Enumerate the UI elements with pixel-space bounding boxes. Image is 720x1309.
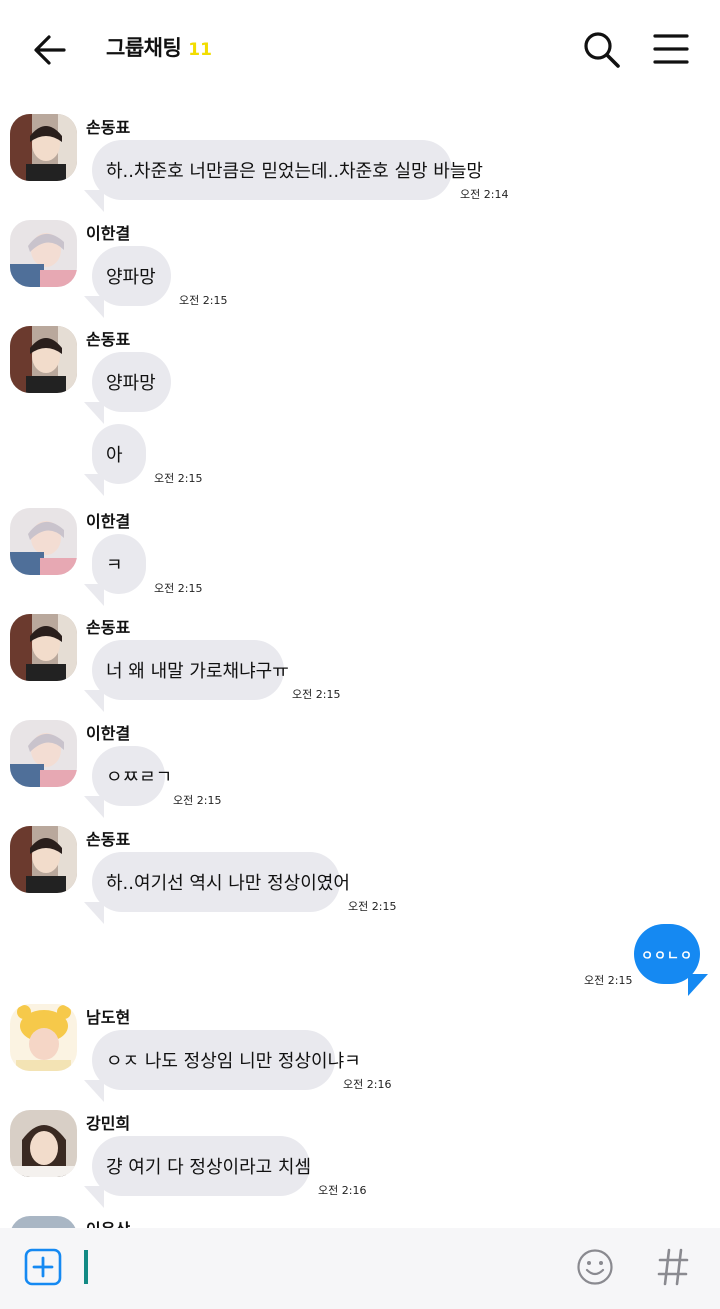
message-bubble[interactable]: 하..여기선 역시 나만 정상이였어 <box>84 852 350 924</box>
avatar[interactable] <box>10 1004 77 1071</box>
profile-photo <box>10 1110 77 1177</box>
sender-name: 강민희 <box>86 1114 131 1133</box>
message-time: 오전 2:16 <box>318 1184 367 1197</box>
hashtag-icon <box>657 1248 689 1286</box>
chat-header: 그룹채팅 11 <box>0 0 720 100</box>
avatar[interactable] <box>10 826 77 893</box>
message-bubble[interactable]: 양파망 <box>84 352 171 424</box>
sender-name: 남도현 <box>86 1008 131 1027</box>
message-time: 오전 2:15 <box>154 582 203 595</box>
avatar[interactable] <box>10 114 77 181</box>
profile-photo <box>10 508 77 575</box>
back-button[interactable] <box>26 26 74 74</box>
sender-name: 이한결 <box>86 224 131 243</box>
hashtag-button[interactable] <box>656 1246 690 1288</box>
message-bubble[interactable]: 양파망 <box>84 246 171 318</box>
message-bubble[interactable]: ㅇㅉㄹㄱ <box>84 746 172 818</box>
avatar[interactable] <box>10 220 77 287</box>
avatar[interactable] <box>10 720 77 787</box>
plus-box-icon <box>24 1248 62 1286</box>
message-time: 오전 2:15 <box>348 900 397 913</box>
sender-name: 이한결 <box>86 724 131 743</box>
avatar[interactable] <box>10 1110 77 1177</box>
message-bubble[interactable]: 아 <box>84 424 146 496</box>
avatar[interactable] <box>10 614 77 681</box>
chat-title-group: 그룹채팅 11 <box>106 32 212 68</box>
profile-photo <box>10 1216 77 1228</box>
sender-name: 손동표 <box>86 118 131 137</box>
profile-photo <box>10 326 77 393</box>
sender-name: 이한결 <box>86 512 131 531</box>
profile-photo <box>10 826 77 893</box>
avatar[interactable] <box>10 1216 77 1228</box>
avatar[interactable] <box>10 326 77 393</box>
profile-photo <box>10 720 77 787</box>
sender-name: 손동표 <box>86 830 131 849</box>
message-list[interactable]: 손동표 하..차준호 너만큼은 믿었는데..차준호 실망 바늘망 오전 2:14… <box>0 100 720 1228</box>
arrow-left-icon <box>34 35 66 65</box>
text-cursor[interactable] <box>84 1250 88 1284</box>
member-count: 11 <box>188 40 212 60</box>
sender-name: 손동표 <box>86 330 131 349</box>
profile-photo <box>10 614 77 681</box>
my-message-bubble[interactable]: ㅇㅇㄴㅇ <box>634 924 708 996</box>
sender-name: 손동표 <box>86 618 131 637</box>
message-input-bar <box>0 1228 720 1309</box>
message-bubble[interactable]: 걍 여기 다 정상이라고 치셈 <box>84 1136 311 1208</box>
smiley-icon <box>577 1249 613 1285</box>
message-bubble[interactable]: ㅋ <box>84 534 146 606</box>
search-icon <box>584 32 620 68</box>
message-time: 오전 2:15 <box>584 974 633 987</box>
attach-button[interactable] <box>24 1248 62 1286</box>
message-bubble[interactable]: 하..차준호 너만큼은 믿었는데..차준호 실망 바늘망 <box>84 140 483 212</box>
sender-name: 이은상 <box>86 1216 130 1228</box>
message-time: 오전 2:15 <box>154 472 203 485</box>
message-bubble[interactable]: 너 왜 내말 가로채냐구ㅠ <box>84 640 289 712</box>
profile-photo <box>10 1004 77 1071</box>
profile-photo <box>10 114 77 181</box>
hamburger-menu-icon <box>653 34 689 64</box>
profile-photo <box>10 220 77 287</box>
message-time: 오전 2:16 <box>343 1078 392 1091</box>
chat-title: 그룹채팅 <box>106 36 182 60</box>
emoji-button[interactable] <box>576 1248 614 1286</box>
message-time: 오전 2:15 <box>179 294 228 307</box>
search-button[interactable] <box>578 26 624 72</box>
message-time: 오전 2:14 <box>460 188 509 201</box>
message-time: 오전 2:15 <box>292 688 341 701</box>
avatar[interactable] <box>10 508 77 575</box>
message-time: 오전 2:15 <box>173 794 222 807</box>
menu-button[interactable] <box>648 26 694 72</box>
message-bubble[interactable]: ㅇㅈ 나도 정상임 니만 정상이냐ㅋ <box>84 1030 361 1102</box>
